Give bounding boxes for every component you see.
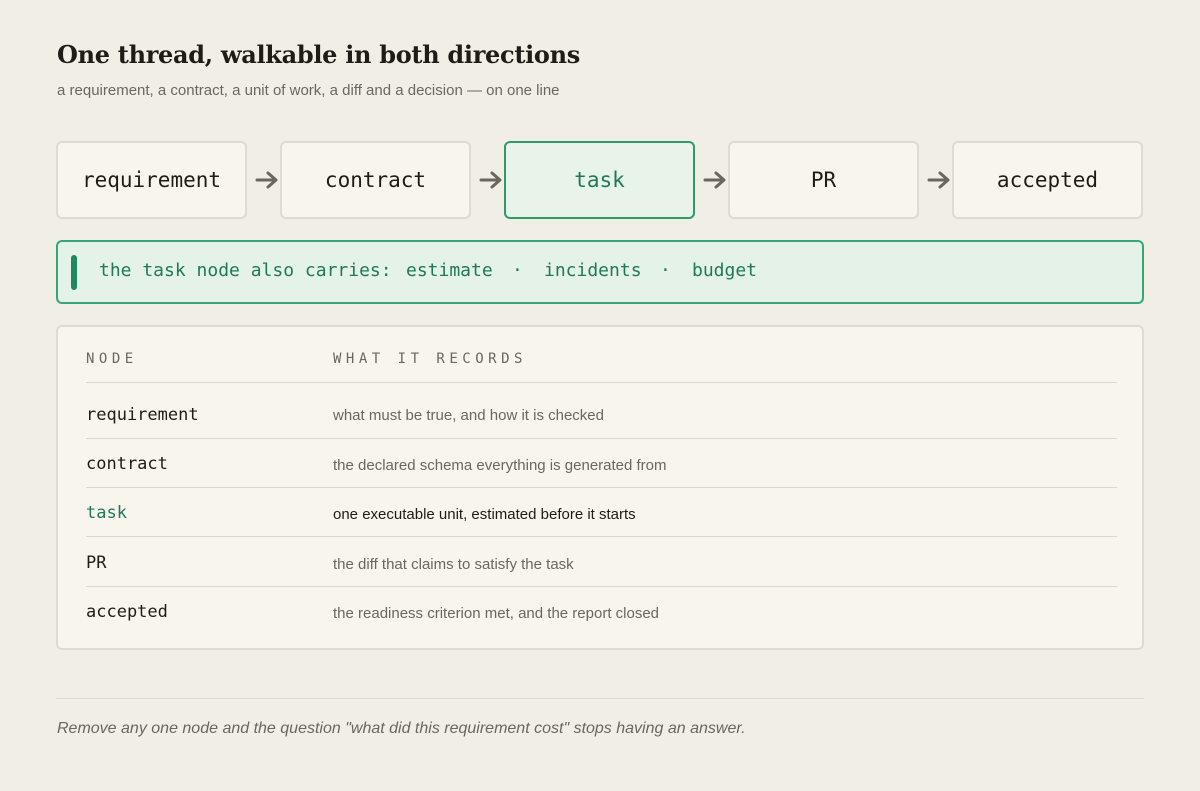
chain-node-label: contract <box>324 168 427 192</box>
chain-node-label: accepted <box>996 168 1099 192</box>
chain-node-label: PR <box>810 168 837 192</box>
callout-item-budget: budget <box>692 260 758 281</box>
column-header-records: WHAT IT RECORDS <box>333 351 527 367</box>
chain-node-label: requirement <box>81 168 222 192</box>
table-row-desc: the readiness criterion met, and the rep… <box>333 605 660 622</box>
task-callout: the task node also carries: estimate · i… <box>56 240 1144 304</box>
row-divider <box>86 438 1117 439</box>
callout-accent-bar <box>71 255 77 290</box>
arrow-right-icon <box>254 168 280 192</box>
diagram-card: One thread, walkable in both directions … <box>0 0 1200 791</box>
table-row-desc: what must be true, and how it is checked <box>333 407 604 424</box>
table-row-node: PR <box>86 553 107 573</box>
table-row-node: accepted <box>86 602 168 622</box>
table-row-desc: one executable unit, estimated before it… <box>333 506 636 523</box>
row-divider <box>86 586 1117 587</box>
chain-node-pr: PR <box>728 141 919 219</box>
callout-separator: · <box>660 260 671 281</box>
chain-node-contract: contract <box>280 141 471 219</box>
footer-divider <box>56 698 1144 699</box>
chain-node-task: task <box>504 141 695 219</box>
row-divider <box>86 536 1117 537</box>
chain-node-accepted: accepted <box>952 141 1143 219</box>
table-row-node: contract <box>86 454 168 474</box>
table-row-node: task <box>86 503 127 523</box>
row-divider <box>86 487 1117 488</box>
arrow-right-icon <box>478 168 504 192</box>
table-row-node: requirement <box>86 405 199 425</box>
arrow-right-icon <box>926 168 952 192</box>
callout-lead: the task node also carries: <box>99 260 392 281</box>
column-header-node: NODE <box>86 351 138 367</box>
arrow-right-icon <box>702 168 728 192</box>
header-divider <box>86 382 1117 383</box>
callout-separator: · <box>512 260 523 281</box>
chain-node-label: task <box>574 168 625 192</box>
table-row-desc: the declared schema everything is genera… <box>333 457 667 474</box>
page-subtitle: a requirement, a contract, a unit of wor… <box>57 82 560 99</box>
callout-item-incidents: incidents <box>544 260 642 281</box>
chain-node-requirement: requirement <box>56 141 247 219</box>
callout-item-estimate: estimate <box>406 260 493 281</box>
table-row-desc: the diff that claims to satisfy the task <box>333 556 574 573</box>
footer-note: Remove any one node and the question "wh… <box>57 720 746 737</box>
node-table: NODE WHAT IT RECORDS requirement what mu… <box>56 325 1144 650</box>
page-title: One thread, walkable in both directions <box>57 40 581 69</box>
